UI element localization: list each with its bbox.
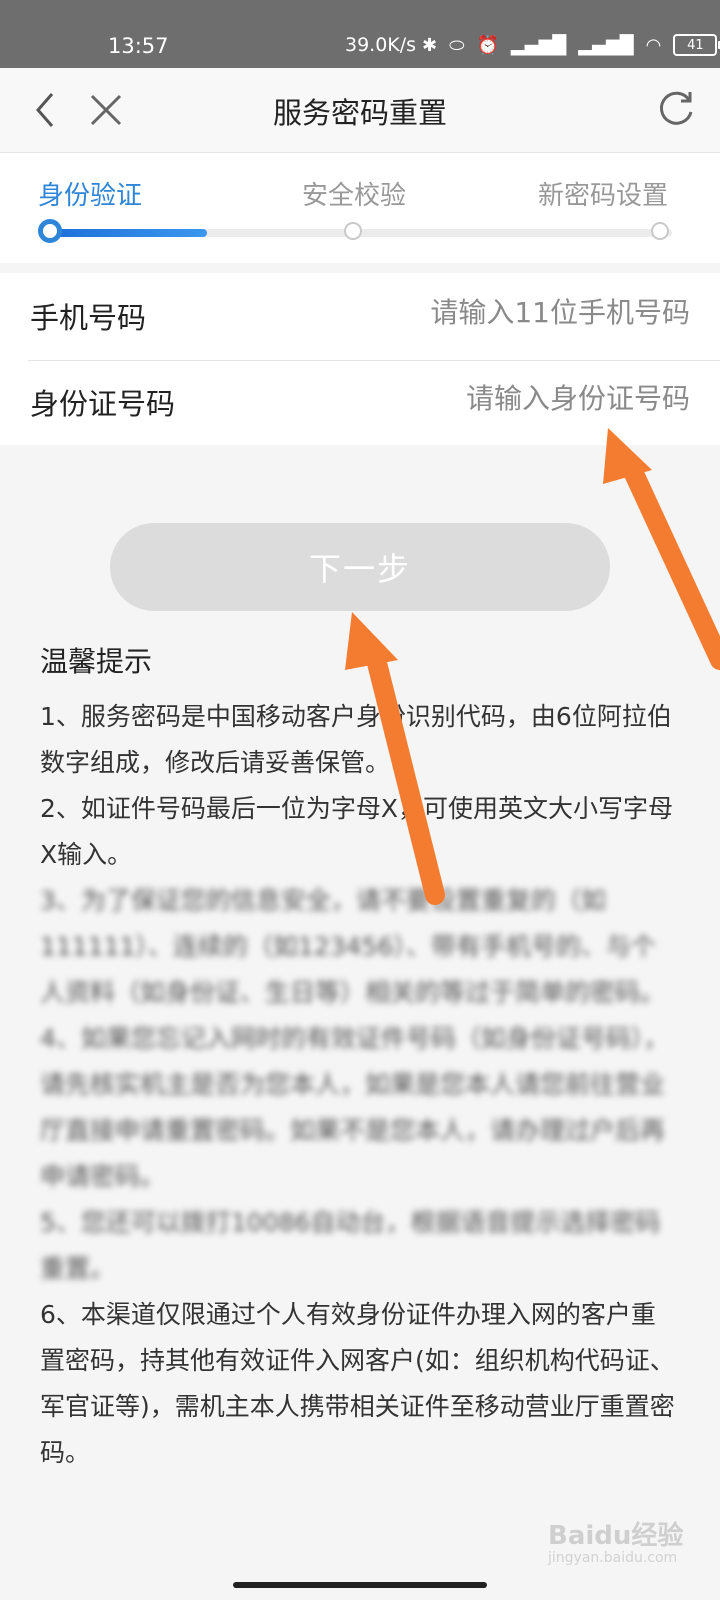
- step-node-1: [38, 219, 62, 243]
- watermark-main: Baidu经验: [548, 1521, 684, 1551]
- status-bar: 13:57 39.0K/s ✱ ⬭ ⏰ ▂▄▆█ ▂▄▆█ ◠ 41: [0, 0, 720, 68]
- phone-label: 手机号码: [30, 301, 147, 335]
- nav-bar: 服务密码重置: [0, 68, 720, 153]
- step-new-password: 新密码设置: [538, 181, 669, 211]
- tip-item-5: 5、您还可以拨打10086自动台，根据语音提示选择密码重置。: [40, 1208, 661, 1283]
- battery-icon: 41: [673, 34, 720, 56]
- id-number-label: 身份证号码: [30, 387, 176, 421]
- progress-fill: [52, 229, 207, 237]
- id-number-row: 身份证号码: [28, 359, 692, 443]
- bluetooth-icon: ✱: [422, 34, 438, 56]
- arrow-to-id-input: [603, 428, 720, 670]
- signal-hd-icon: ▂▄▆█: [578, 34, 634, 56]
- tips-heading: 温馨提示: [40, 645, 153, 678]
- toggle-icon: ⬭: [449, 34, 465, 56]
- step-security-check: 安全校验: [302, 181, 407, 211]
- tip-item-3: 3、为了保证您的信息安全，请不要设置重复的（如111111）、连续的（如1234…: [40, 886, 666, 1007]
- step-identity-verification: 身份验证: [38, 181, 143, 211]
- step-progress: 身份验证 安全校验 新密码设置: [0, 153, 720, 263]
- wifi-icon: ◠: [645, 34, 662, 56]
- page-title: 服务密码重置: [272, 96, 447, 130]
- next-step-button[interactable]: 下一步: [110, 523, 610, 611]
- form-divider: [28, 360, 720, 361]
- tip-item-2: 2、如证件号码最后一位为字母X，可使用英文大小写字母X输入。: [40, 794, 674, 869]
- phone-input[interactable]: [288, 287, 692, 337]
- tip-item-4: 4、如果您忘记入网时的有效证件号码（如身份证号码），请先核实机主是否为您本人，如…: [40, 1024, 669, 1191]
- identity-form: 手机号码 身份证号码: [0, 273, 720, 445]
- id-number-input[interactable]: [288, 373, 692, 423]
- alarm-icon: ⏰: [476, 34, 499, 56]
- status-icons: ✱ ⬭ ⏰ ▂▄▆█ ▂▄▆█ ◠ 41: [422, 34, 720, 56]
- network-speed: 39.0K/s: [345, 34, 417, 56]
- refresh-icon[interactable]: [656, 88, 698, 130]
- tip-item-6: 6、本渠道仅限通过个人有效身份证件办理入网的客户重置密码，持其他有效证件入网客户…: [40, 1300, 675, 1467]
- watermark-sub: jingyan.baidu.com: [548, 1550, 678, 1566]
- status-time: 13:57: [108, 34, 169, 58]
- baidu-watermark: Baidu经验 jingyan.baidu.com: [548, 1515, 683, 1566]
- step-node-2: [344, 222, 362, 240]
- signal-icon: ▂▄▆█: [510, 34, 567, 56]
- phone-row: 手机号码: [28, 273, 692, 357]
- tips-section: 温馨提示 1、服务密码是中国移动客户身份识别代码，由6位阿拉伯数字组成，修改后请…: [40, 640, 680, 1476]
- home-indicator[interactable]: [233, 1582, 487, 1588]
- tip-item-1: 1、服务密码是中国移动客户身份识别代码，由6位阿拉伯数字组成，修改后请妥善保管。: [40, 702, 672, 777]
- step-node-3: [651, 222, 669, 240]
